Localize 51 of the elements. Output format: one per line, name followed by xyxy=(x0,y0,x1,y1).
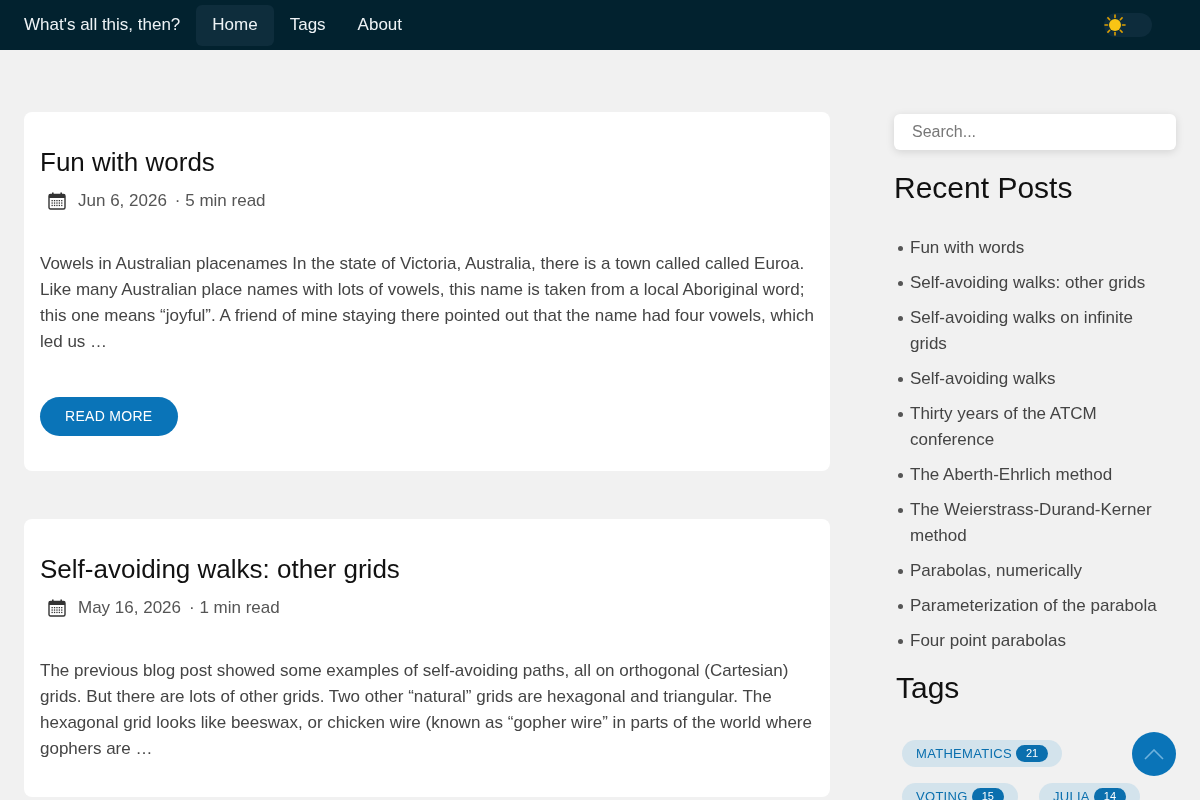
tags-heading: Tags xyxy=(895,670,961,706)
post-date: May 16, 2026 xyxy=(78,597,181,620)
search-field[interactable]: Search... xyxy=(894,114,1176,150)
recent-posts-heading: Recent Posts xyxy=(894,170,1074,206)
recent-post-link[interactable]: Parameterization of the parabola xyxy=(910,593,1168,619)
recent-post-link[interactable]: Self-avoiding walks: other grids xyxy=(910,270,1168,296)
tag-count: 21 xyxy=(1016,745,1049,762)
recent-post-link[interactable]: Thirty years of the ATCM conference xyxy=(910,401,1168,453)
bullet-icon xyxy=(898,281,903,286)
tag-count: 15 xyxy=(971,788,1004,800)
bullet-icon xyxy=(898,473,903,478)
post-date: Jun 6, 2026 xyxy=(78,190,167,213)
bullet-icon xyxy=(898,508,903,513)
bullet-icon xyxy=(898,246,903,251)
post-excerpt: The previous blog post showed some examples of self-avoiding paths, all on orthogonal (Cartesian) grids. But there are lots of other grids. Two other “natural” grids are hexagonal and triangular. The hexagonal grid looks like beeswax, or chicken wire (known as “gopher wire” in parts of the world where gophers are … xyxy=(40,660,813,760)
recent-post-link[interactable]: The Weierstrass-Durand-Kerner method xyxy=(910,497,1168,549)
sun-icon xyxy=(1104,14,1126,36)
recent-post-link[interactable]: Parabolas, numerically xyxy=(910,558,1168,584)
nav-link[interactable]: Tags xyxy=(273,4,342,46)
reading-time: · 5 min read xyxy=(174,190,266,213)
theme-toggle[interactable] xyxy=(1104,13,1152,37)
recent-post-link[interactable]: Self-avoiding walks on infinite grids xyxy=(910,305,1168,357)
tag-chip[interactable]: JULIA 14 xyxy=(1038,783,1141,800)
bullet-icon xyxy=(898,604,903,609)
recent-post-link[interactable]: Fun with words xyxy=(910,235,1168,261)
bullet-icon xyxy=(898,412,903,417)
tag-label: VOTING xyxy=(916,787,968,800)
chevron-up-icon xyxy=(1144,748,1164,760)
recent-post-link[interactable]: Self-avoiding walks xyxy=(910,366,1168,392)
post-title[interactable]: Fun with words xyxy=(40,146,814,178)
tag-chip[interactable]: VOTING 15 xyxy=(902,783,1018,800)
recent-post-link[interactable]: Four point parabolas xyxy=(910,628,1168,654)
post-title[interactable]: Self-avoiding walks: other grids xyxy=(40,553,814,585)
scroll-to-top-button[interactable] xyxy=(1132,732,1176,776)
tag-count: 14 xyxy=(1093,788,1127,800)
tag-label: MATHEMATICS xyxy=(916,744,1012,763)
nav-link[interactable]: Home xyxy=(196,4,274,46)
read-more-button[interactable]: READ MORE xyxy=(40,397,178,436)
nav-link[interactable]: About xyxy=(341,4,419,46)
bullet-icon xyxy=(898,639,903,644)
calendar-icon xyxy=(48,192,66,210)
reading-time: · 1 min read xyxy=(189,597,280,620)
post-excerpt: Vowels in Australian placenames In the state of Victoria, Australia, there is a town called called Euroa. Like many Australian place names with lots of vowels, this name is taken from a local Aboriginal word; this one means “joyful”. A friend of mine staying there pointed out that the name had four vowels, which led us … xyxy=(40,253,814,353)
recent-post-link[interactable]: The Aberth-Ehrlich method xyxy=(910,462,1168,488)
tag-chip[interactable]: MATHEMATICS 21 xyxy=(902,740,1063,767)
bullet-icon xyxy=(898,377,903,382)
tag-label: JULIA xyxy=(1052,787,1090,800)
bullet-icon xyxy=(898,316,903,321)
calendar-icon xyxy=(48,599,66,617)
site-title-link[interactable]: What's all this, then? xyxy=(24,12,181,38)
bullet-icon xyxy=(898,569,903,574)
